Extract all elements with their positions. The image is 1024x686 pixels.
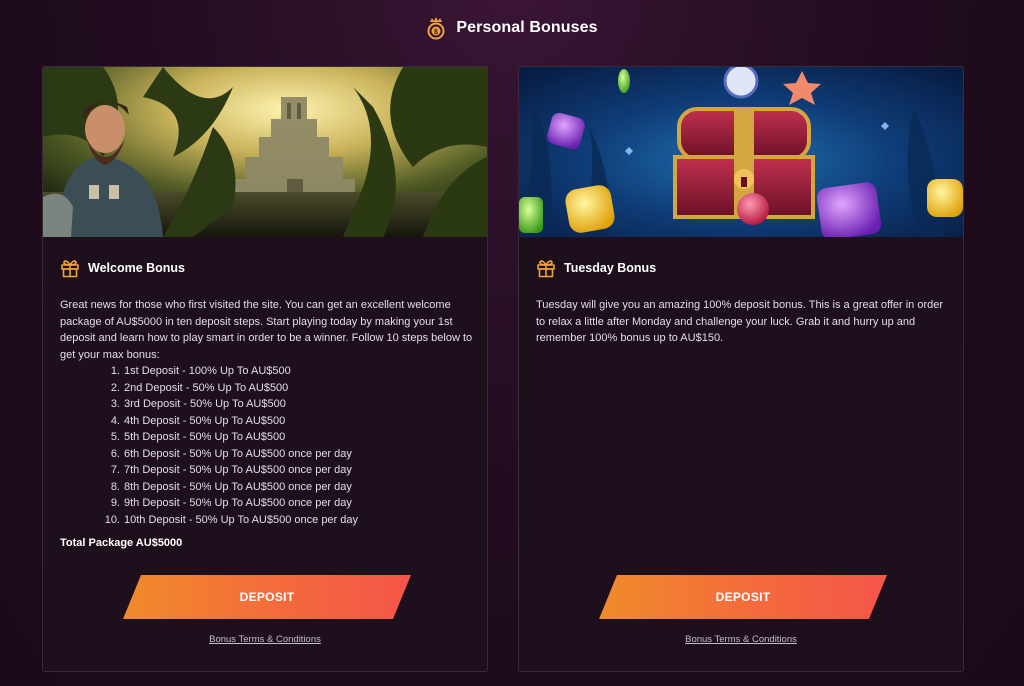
list-item-number: 3.: [110, 398, 120, 410]
list-item: 9. 9th Deposit - 50% Up To AU$500 once pe…: [98, 495, 358, 512]
list-item: 5. 5th Deposit - 50% Up To AU$500: [98, 429, 358, 446]
tuesday-bonus-title-row: Tuesday Bonus: [536, 257, 656, 279]
welcome-bonus-title-row: Welcome Bonus: [60, 257, 185, 279]
page-title: Personal Bonuses: [456, 19, 598, 36]
list-item-number: 6.: [110, 447, 120, 460]
list-item-text: 7th Deposit - 50% Up To AU$500 once per …: [124, 464, 352, 476]
list-item-text: 6th Deposit - 50% Up To AU$500 once per …: [124, 447, 352, 460]
list-item-text: 3rd Deposit - 50% Up To AU$500: [124, 398, 286, 410]
list-item-number: 1.: [110, 365, 120, 377]
list-item-text: 10th Deposit - 50% Up To AU$500 once per…: [124, 513, 359, 526]
tuesday-bonus-title: Tuesday Bonus: [564, 261, 657, 275]
list-item-number: 4.: [110, 414, 120, 427]
coin-crown-icon: $: [427, 17, 445, 40]
welcome-bonus-steps-list: 1. 1st Deposit - 100% Up To AU$500 2. 2nd …: [98, 363, 358, 528]
list-item: 8. 8th Deposit - 50% Up To AU$500 once pe…: [98, 479, 358, 496]
list-item-text: 2nd Deposit - 50% Up To AU$500: [124, 381, 289, 394]
list-item-text: 5th Deposit - 50% Up To AU$500: [124, 431, 286, 443]
list-item: 1. 1st Deposit - 100% Up To AU$500: [98, 363, 358, 380]
list-item-number: 8.: [110, 480, 120, 493]
list-item: 10. 10th Deposit - 50% Up To AU$500 once …: [98, 512, 358, 529]
tuesday-bonus-description: Tuesday will give you an amazing 100% de…: [536, 299, 944, 344]
personal-bonuses-page: $ Personal Bonuses Welcome Bonus Great n…: [0, 0, 1024, 686]
bonus-terms-link[interactable]: Bonus Terms & Conditions: [519, 634, 963, 645]
gift-icon: [537, 260, 555, 278]
list-item-text: 9th Deposit - 50% Up To AU$500 once per …: [124, 497, 352, 509]
list-item: 7. 7th Deposit - 50% Up To AU$500 once pe…: [98, 462, 358, 479]
welcome-bonus-title: Welcome Bonus: [88, 261, 186, 275]
gift-icon: [61, 260, 79, 278]
tuesday-bonus-banner-image: [519, 67, 963, 237]
welcome-bonus-card: Welcome Bonus Great news for those who f…: [42, 66, 488, 672]
list-item-number: 10.: [104, 513, 120, 526]
list-item: 2. 2nd Deposit - 50% Up To AU$500: [98, 380, 358, 397]
list-item-number: 9.: [110, 497, 120, 509]
svg-text:$: $: [434, 29, 438, 36]
list-item: 4. 4th Deposit - 50% Up To AU$500: [98, 413, 358, 430]
tuesday-bonus-card: Tuesday Bonus Tuesday will give you an a…: [518, 66, 964, 672]
list-item-text: 1st Deposit - 100% Up To AU$500: [124, 365, 291, 377]
page-header: $ Personal Bonuses: [0, 14, 1024, 42]
list-item-number: 5.: [110, 431, 120, 443]
welcome-bonus-description: Great news for those who first visited t…: [60, 299, 473, 361]
list-item-text: 8th Deposit - 50% Up To AU$500 once per …: [124, 480, 352, 493]
deposit-button[interactable]: DEPOSIT: [123, 575, 411, 619]
welcome-bonus-total: Total Package AU$5000: [60, 537, 183, 549]
list-item: 3. 3rd Deposit - 50% Up To AU$500: [98, 396, 358, 413]
welcome-bonus-banner-image: [43, 67, 487, 237]
bonus-terms-link[interactable]: Bonus Terms & Conditions: [43, 634, 487, 645]
list-item: 6. 6th Deposit - 50% Up To AU$500 once pe…: [98, 446, 358, 463]
list-item-number: 2.: [110, 381, 120, 394]
list-item-text: 4th Deposit - 50% Up To AU$500: [124, 414, 286, 427]
list-item-number: 7.: [110, 464, 120, 476]
deposit-button[interactable]: DEPOSIT: [599, 575, 887, 619]
